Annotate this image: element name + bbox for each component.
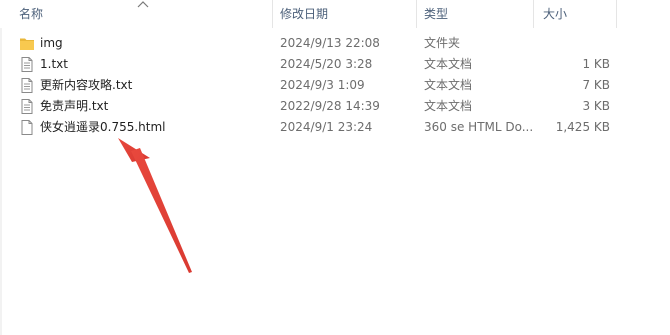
file-name: img [40, 36, 63, 50]
file-date: 2024/9/1 23:24 [280, 120, 373, 134]
file-row-disclaimer-txt[interactable]: 免责声明.txt 2022/9/28 14:39 文本文档 3 KB [0, 96, 670, 117]
file-type: 文本文档 [424, 78, 473, 92]
file-size: 1 KB [582, 57, 610, 71]
column-divider[interactable] [416, 0, 417, 28]
file-size: 7 KB [582, 78, 610, 92]
file-name: 侠女逍遥录0.755.html [40, 120, 166, 134]
file-size [540, 33, 610, 54]
column-divider[interactable] [533, 0, 534, 28]
html-file-icon [21, 120, 33, 135]
column-header-date[interactable]: 修改日期 [280, 0, 328, 28]
file-row-1-txt[interactable]: 1.txt 2024/5/20 3:28 文本文档 1 KB [0, 54, 670, 75]
file-row-img[interactable]: img 2024/9/13 22:08 文件夹 [0, 33, 670, 54]
file-type: 文本文档 [424, 57, 473, 71]
arrow-shaft [131, 148, 192, 273]
file-date: 2022/9/28 14:39 [280, 99, 380, 113]
file-name: 更新内容攻略.txt [40, 78, 133, 92]
text-file-icon [21, 99, 33, 114]
file-type: 文件夹 [424, 36, 461, 50]
column-divider[interactable] [272, 0, 273, 28]
text-file-icon [21, 57, 33, 72]
arrow-head [118, 138, 150, 162]
file-row-update-guide-txt[interactable]: 更新内容攻略.txt 2024/9/3 1:09 文本文档 7 KB [0, 75, 670, 96]
folder-icon [20, 38, 34, 50]
file-date: 2024/9/3 1:09 [280, 78, 365, 92]
file-size: 3 KB [582, 99, 610, 113]
file-size: 1,425 KB [555, 120, 610, 134]
file-type: 360 se HTML Do... [424, 120, 534, 134]
file-date: 2024/5/20 3:28 [280, 57, 373, 71]
sort-ascending-icon[interactable] [137, 0, 149, 8]
column-header-name[interactable]: 名称 [19, 0, 43, 28]
file-name: 1.txt [40, 57, 68, 71]
file-row-html-game[interactable]: 侠女逍遥录0.755.html 2024/9/1 23:24 360 se HT… [0, 117, 670, 138]
file-date: 2024/9/13 22:08 [280, 36, 380, 50]
column-header-size[interactable]: 大小 [543, 0, 567, 28]
text-file-icon [21, 78, 33, 93]
column-header-type[interactable]: 类型 [424, 0, 448, 28]
file-name: 免责声明.txt [40, 99, 109, 113]
column-divider[interactable] [616, 0, 617, 28]
column-header-bar: 名称 修改日期 类型 大小 [0, 0, 670, 28]
file-type: 文本文档 [424, 99, 473, 113]
